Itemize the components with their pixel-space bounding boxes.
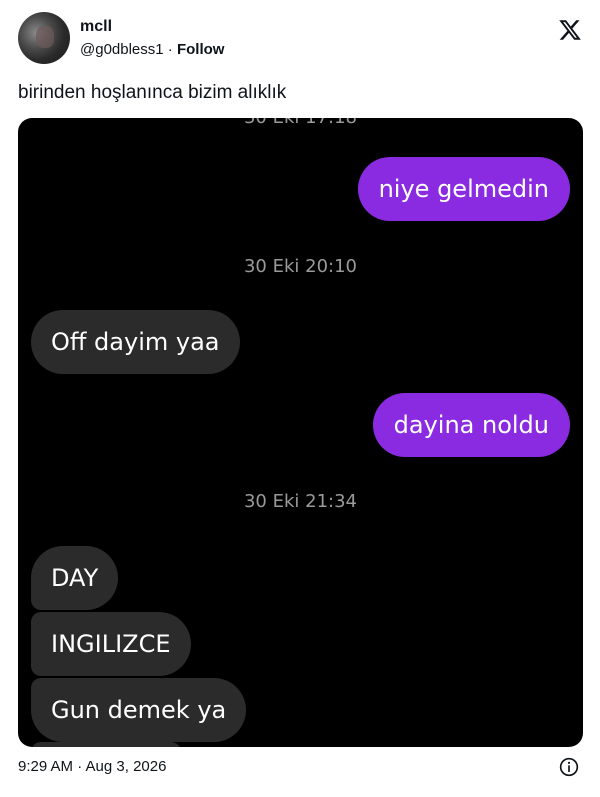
tweet-timestamp[interactable]: 9:29 AM · Aug 3, 2026 [18,758,166,775]
incoming-message: Gun demek ya [31,678,247,742]
tweet-text: birinden hoşlanınca bizim alıklık [18,82,287,103]
separator-dot: · [163,41,177,58]
x-logo-icon[interactable] [558,18,582,42]
cut-off-incoming-message [31,742,181,747]
cut-off-timestamp: 30 Eki 17:18 [18,118,583,128]
incoming-message: Off dayim yaa [31,310,240,374]
outgoing-message: niye gelmedin [357,157,570,221]
avatar[interactable] [18,12,70,64]
outgoing-message: dayina noldu [372,393,570,457]
chat-timestamp: 30 Eki 21:34 [243,491,358,512]
info-icon[interactable] [559,757,579,777]
follow-button[interactable]: Follow [177,41,225,58]
incoming-message: INGILIZCE [31,612,191,676]
chat-screenshot-media[interactable]: 30 Eki 17:18 niye gelmedin 30 Eki 20:10 … [18,118,583,747]
tweet-header: mcll @g0dbless1 · Follow [18,12,584,66]
chat-timestamp: 30 Eki 20:10 [243,256,358,277]
display-name[interactable]: mcll [80,18,112,36]
handle-line: @g0dbless1 · Follow [80,41,224,58]
incoming-message: DAY [31,546,119,610]
user-handle[interactable]: @g0dbless1 [80,41,164,58]
